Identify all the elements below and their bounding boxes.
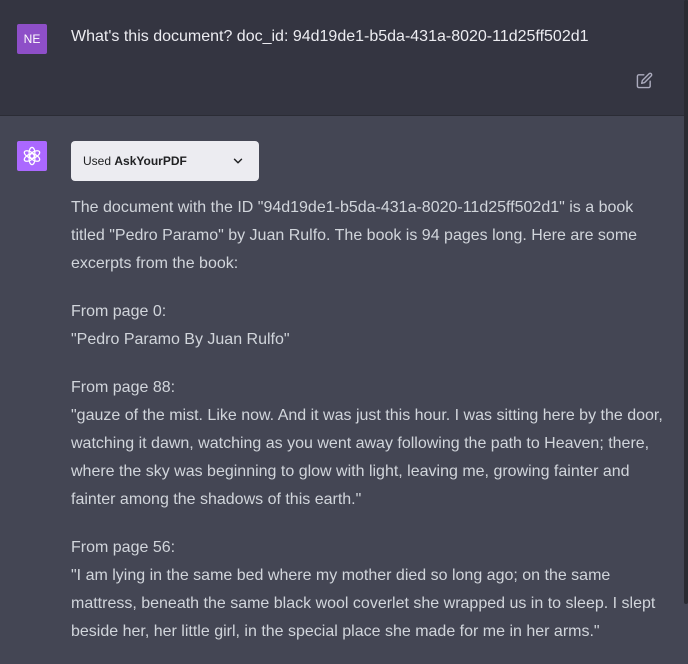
chevron-down-icon xyxy=(231,154,245,168)
chat-page: NE What's this document? doc_id: 94d19de… xyxy=(0,0,688,664)
plugin-prefix: Used xyxy=(83,154,112,168)
openai-logo-icon xyxy=(17,141,47,171)
excerpt-block: From page 0: "Pedro Paramo By Juan Rulfo… xyxy=(71,298,671,354)
user-avatar: NE xyxy=(17,24,47,54)
user-message-text: What's this document? doc_id: 94d19de1-b… xyxy=(71,28,589,45)
answer-intro: The document with the ID "94d19de1-b5da-… xyxy=(71,199,638,272)
excerpt-page-label: From page 88: xyxy=(71,379,176,396)
excerpt-text: "gauze of the mist. Like now. And it was… xyxy=(71,407,663,508)
excerpt-page-label: From page 56: xyxy=(71,539,176,556)
plugin-name: AskYourPDF xyxy=(114,154,187,168)
user-message: NE What's this document? doc_id: 94d19de… xyxy=(0,0,688,116)
excerpt-block: From page 56: "I am lying in the same be… xyxy=(71,534,671,646)
plugin-label: Used AskYourPDF xyxy=(83,153,187,169)
plugin-used-button[interactable]: Used AskYourPDF xyxy=(71,141,259,181)
excerpt-text: "I am lying in the same bed where my mot… xyxy=(71,567,656,640)
excerpt-page-label: From page 0: xyxy=(71,303,167,320)
scrollbar[interactable] xyxy=(684,0,688,604)
excerpt-block: From page 88: "gauze of the mist. Like n… xyxy=(71,374,671,514)
excerpt-text: "Pedro Paramo By Juan Rulfo" xyxy=(71,331,290,348)
assistant-answer: The document with the ID "94d19de1-b5da-… xyxy=(71,194,671,646)
edit-icon[interactable] xyxy=(636,72,653,89)
